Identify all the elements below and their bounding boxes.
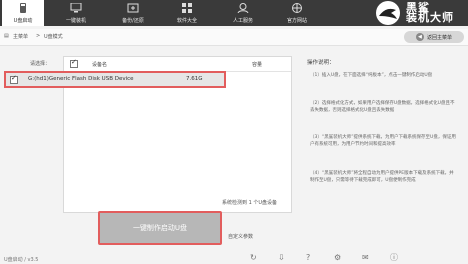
support-icon <box>237 3 249 13</box>
breadcrumb-home[interactable]: 主菜单 <box>13 33 28 40</box>
tab-label: 软件大全 <box>176 18 197 24</box>
detected-count-text: 系统检测到 1 个U盘设备 <box>222 200 278 206</box>
ops-item: （4）“黑鲨装机大师”将全程自动为用户提供PE版本下载及系统下载，并制作至U盘，… <box>310 171 454 183</box>
website-icon <box>292 3 302 13</box>
settings-icon[interactable]: ⚙ <box>334 254 342 262</box>
footer-version: U盘启动 / v3.5 <box>4 257 39 263</box>
back-button-label: 返回主菜单 <box>426 34 452 41</box>
ops-item: （1）插入U盘，在下面选择“纯板本”，点击一键制作启动U盘 <box>310 73 433 78</box>
ops-item: （3）“黑鲨装机大师”提供系统下载，为用户下载系统保存至U盘，保证用户有系统可用… <box>310 135 456 147</box>
footer-toolbar: ↻ ⇩ ? ⚙ ✉ ⓘ <box>250 254 398 262</box>
help-icon[interactable]: ? <box>306 254 314 262</box>
tab-label: 备份/还原 <box>122 18 144 24</box>
breadcrumb-separator: > <box>36 33 41 39</box>
make-boot-usb-button[interactable]: 一键制作启动U盘 <box>98 211 222 245</box>
make-button-label: 一键制作启动U盘 <box>132 224 188 232</box>
breadcrumb-home-icon[interactable]: ▤ <box>4 33 9 39</box>
usb-drive-icon <box>20 3 26 13</box>
table-row[interactable]: G:(hd1)Generic Flash Disk USB Device 7.6… <box>4 71 226 88</box>
table-header: 设备名 容量 <box>64 57 291 72</box>
ops-item: （2）选择格式化方式，如果用户选择保存U盘数据，选择格式化U盘且不丢失数据，否则… <box>310 101 455 113</box>
shark-logo-icon <box>376 1 400 25</box>
download-icon[interactable]: ⇩ <box>278 254 286 262</box>
info-icon[interactable]: ⓘ <box>390 254 398 262</box>
tab-one-click-install[interactable]: 一键装机 <box>55 0 97 26</box>
col-device-header: 设备名 <box>92 62 108 68</box>
monitor-install-icon <box>70 3 82 13</box>
tab-usb-boot[interactable]: U盘启动 <box>2 0 44 26</box>
top-nav-bar: U盘启动 一键装机 备份/还原 软件大全 人工服务 官方网站 黑鲨 装机大师 <box>0 0 468 26</box>
tab-software[interactable]: 软件大全 <box>166 0 208 26</box>
device-name: G:(hd1)Generic Flash Disk USB Device <box>28 76 134 82</box>
tab-label: 一键装机 <box>65 18 86 24</box>
software-icon <box>182 3 192 13</box>
tab-website[interactable]: 官方网站 <box>276 0 318 26</box>
refresh-icon[interactable]: ↻ <box>250 254 258 262</box>
col-capacity-header: 容量 <box>252 62 263 68</box>
backup-icon <box>127 3 139 13</box>
mail-icon[interactable]: ✉ <box>362 254 370 262</box>
ops-title: 操作说明： <box>307 60 335 66</box>
tab-label: U盘启动 <box>13 18 33 24</box>
logo-text: 黑鲨 装机大师 <box>406 1 454 24</box>
row-checkbox[interactable] <box>10 74 18 84</box>
select-label: 请选择： <box>30 61 51 67</box>
tab-label: 人工服务 <box>232 18 253 24</box>
breadcrumb-current: U盘模式 <box>44 34 63 40</box>
back-to-main-button[interactable]: ◀ 返回主菜单 <box>404 31 464 43</box>
custom-params-link[interactable]: 自定义参数 <box>228 233 253 240</box>
breadcrumb-bar: ▤ 主菜单 > U盘模式 ◀ 返回主菜单 <box>0 29 468 46</box>
tab-support[interactable]: 人工服务 <box>222 0 264 26</box>
select-all-checkbox[interactable] <box>70 58 78 68</box>
device-capacity: 7.61G <box>186 76 203 82</box>
back-arrow-icon: ◀ <box>415 33 424 41</box>
tab-label: 官方网站 <box>286 18 307 24</box>
tab-backup-restore[interactable]: 备份/还原 <box>112 0 154 26</box>
brand-logo: 黑鲨 装机大师 <box>368 0 468 26</box>
